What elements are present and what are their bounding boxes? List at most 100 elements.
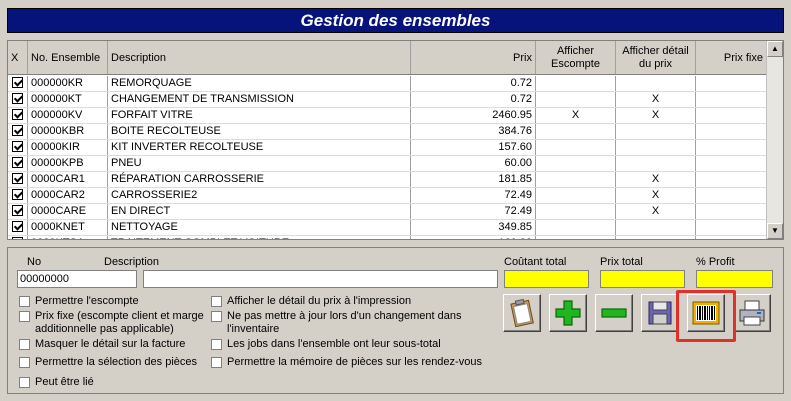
description-input[interactable] xyxy=(143,270,498,288)
option-peut-etre-lie[interactable]: Peut être lié xyxy=(19,376,209,389)
save-button[interactable] xyxy=(641,294,679,332)
header-prix-fixe[interactable]: Prix fixe xyxy=(696,41,766,74)
row-prix-fixe xyxy=(696,108,767,123)
row-afficher-detail xyxy=(616,156,696,171)
option-afficher-detail-impression[interactable]: Afficher le détail du prix à l'impressio… xyxy=(211,295,491,308)
table-row[interactable]: 0000KNET NETTOYAGE 349.85 xyxy=(8,220,767,236)
row-checkbox[interactable] xyxy=(12,204,23,216)
row-prix: 160.00 xyxy=(411,236,536,239)
row-afficher-detail xyxy=(616,76,696,91)
row-afficher-detail: X xyxy=(616,92,696,107)
row-checkbox-cell[interactable] xyxy=(8,92,28,107)
table-row[interactable]: 0000KTSATRAITEMENT COMPLET VOITURE160.00 xyxy=(8,236,767,239)
row-checkbox-cell[interactable] xyxy=(8,172,28,187)
remove-button[interactable] xyxy=(595,294,633,332)
row-checkbox[interactable] xyxy=(12,156,23,168)
row-afficher-detail xyxy=(616,124,696,139)
profit-field xyxy=(696,270,773,288)
table-row[interactable]: 0000CARE EN DIRECT 72.49 X xyxy=(8,204,767,220)
row-checkbox[interactable] xyxy=(12,220,23,232)
header-afficher-detail[interactable]: Afficher détail du prix xyxy=(616,41,695,74)
checkbox[interactable] xyxy=(19,357,30,368)
header-x[interactable]: X xyxy=(8,41,27,74)
row-description: NETTOYAGE xyxy=(108,220,411,235)
add-button[interactable] xyxy=(549,294,587,332)
row-checkbox-cell[interactable] xyxy=(8,108,28,123)
checkbox[interactable] xyxy=(19,311,30,322)
header-prix[interactable]: Prix xyxy=(411,41,535,74)
row-prix-fixe xyxy=(696,92,767,107)
ensembles-table[interactable]: X No. Ensemble Description Prix Afficher… xyxy=(7,40,784,240)
row-no-ensemble: 0000CAR1 xyxy=(28,172,108,187)
header-description[interactable]: Description xyxy=(108,41,410,74)
checkbox[interactable] xyxy=(19,377,30,388)
option-jobs-sous-total[interactable]: Les jobs dans l'ensemble ont leur sous-t… xyxy=(211,338,491,351)
row-checkbox[interactable] xyxy=(12,92,23,104)
option-permettre-escompte[interactable]: Permettre l'escompte xyxy=(19,295,209,308)
table-row[interactable]: 00000KPB PNEU 60.00 xyxy=(8,156,767,172)
checkbox[interactable] xyxy=(211,339,222,350)
checkbox[interactable] xyxy=(211,296,222,307)
row-checkbox[interactable] xyxy=(12,236,23,239)
checkbox[interactable] xyxy=(211,311,222,322)
row-afficher-escompte: X xyxy=(536,108,616,123)
row-afficher-escompte xyxy=(536,220,616,235)
option-prix-fixe[interactable]: Prix fixe (escompte client et marge addi… xyxy=(19,310,209,336)
row-no-ensemble: 00000KBR xyxy=(28,124,108,139)
option-masquer-detail[interactable]: Masquer le détail sur la facture xyxy=(19,338,209,351)
row-checkbox-cell[interactable] xyxy=(8,236,28,239)
checkbox[interactable] xyxy=(19,296,30,307)
row-checkbox[interactable] xyxy=(12,124,23,136)
row-checkbox[interactable] xyxy=(12,108,23,120)
row-prix: 0.72 xyxy=(411,76,536,91)
row-checkbox-cell[interactable] xyxy=(8,188,28,203)
row-description: FORFAIT VITRE xyxy=(108,108,411,123)
table-row[interactable]: 000000KV FORFAIT VITRE 2460.95 X X xyxy=(8,108,767,124)
header-no-ensemble[interactable]: No. Ensemble xyxy=(28,41,107,74)
table-row[interactable]: 000000KR REMORQUAGE 0.72 xyxy=(8,76,767,92)
row-afficher-escompte xyxy=(536,156,616,171)
row-afficher-detail: X xyxy=(616,108,696,123)
minus-icon xyxy=(601,308,627,318)
row-checkbox[interactable] xyxy=(12,76,23,88)
print-button[interactable] xyxy=(733,294,771,332)
row-checkbox-cell[interactable] xyxy=(8,124,28,139)
option-ne-pas-mettre-a-jour[interactable]: Ne pas mettre à jour lors d'un changemen… xyxy=(211,310,471,336)
option-memoire-pieces[interactable]: Permettre la mémoire de pièces sur les r… xyxy=(211,356,496,369)
row-prix: 349.85 xyxy=(411,220,536,235)
row-checkbox[interactable] xyxy=(12,140,23,152)
table-row[interactable]: 00000KIR KIT INVERTER RECOLTEUSE 157.60 xyxy=(8,140,767,156)
table-row[interactable]: 0000CAR2 CARROSSERIE2 72.49 X xyxy=(8,188,767,204)
checkbox[interactable] xyxy=(211,357,222,368)
row-checkbox-cell[interactable] xyxy=(8,140,28,155)
scroll-down-icon[interactable]: ▼ xyxy=(767,223,783,239)
prix-total-field xyxy=(600,270,685,288)
row-checkbox[interactable] xyxy=(12,188,23,200)
option-selection-pieces[interactable]: Permettre la sélection des pièces xyxy=(19,356,209,369)
plus-icon xyxy=(555,300,581,326)
clipboard-button[interactable] xyxy=(503,294,541,332)
row-checkbox-cell[interactable] xyxy=(8,220,28,235)
row-checkbox[interactable] xyxy=(12,172,23,184)
table-row[interactable]: 000000KT CHANGEMENT DE TRANSMISSION 0.72 X xyxy=(8,92,767,108)
row-checkbox-cell[interactable] xyxy=(8,76,28,91)
row-checkbox-cell[interactable] xyxy=(8,204,28,219)
edit-panel: No Description Coûtant total Prix total … xyxy=(7,247,784,394)
row-prix: 384.76 xyxy=(411,124,536,139)
row-no-ensemble: 0000KNET xyxy=(28,220,108,235)
table-row[interactable]: 00000KBR BOITE RECOLTEUSE 384.76 xyxy=(8,124,767,140)
header-afficher-escompte[interactable]: Afficher Escompte xyxy=(536,41,615,74)
vertical-scrollbar[interactable]: ▲ ▼ xyxy=(766,41,783,239)
table-row[interactable]: 0000CAR1 RÉPARATION CARROSSERIE 181.85 X xyxy=(8,172,767,188)
checkbox[interactable] xyxy=(19,339,30,350)
row-description: BOITE RECOLTEUSE xyxy=(108,124,411,139)
option-label: Peut être lié xyxy=(35,376,94,388)
no-input[interactable] xyxy=(17,270,137,288)
row-prix-fixe xyxy=(696,140,767,155)
profit-label: % Profit xyxy=(696,256,735,268)
scroll-up-icon[interactable]: ▲ xyxy=(767,41,783,57)
row-checkbox-cell[interactable] xyxy=(8,156,28,171)
row-description: KIT INVERTER RECOLTEUSE xyxy=(108,140,411,155)
row-description: TRAITEMENT COMPLET VOITURE xyxy=(108,236,411,239)
row-afficher-detail xyxy=(616,140,696,155)
